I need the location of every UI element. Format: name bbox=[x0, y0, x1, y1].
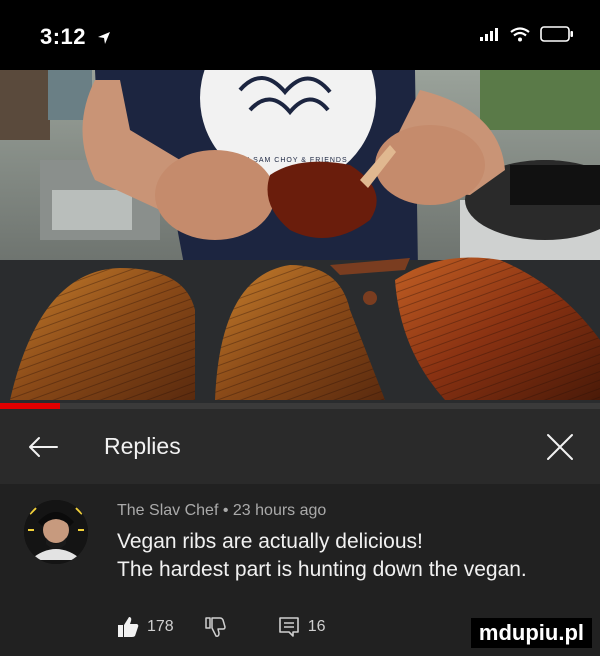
comment-meta: The Slav Chef • 23 hours ago bbox=[117, 502, 326, 520]
avatar-image bbox=[24, 500, 88, 564]
status-time: 3:12 bbox=[40, 24, 111, 50]
meta-separator: • bbox=[222, 502, 229, 519]
signal-bars-icon bbox=[480, 28, 498, 41]
comment-timestamp: 23 hours ago bbox=[232, 502, 327, 519]
reply-button[interactable]: 16 bbox=[278, 616, 326, 638]
back-button[interactable] bbox=[20, 427, 66, 467]
like-count: 178 bbox=[147, 618, 174, 635]
watermark: mdupiu.pl bbox=[470, 618, 592, 648]
wifi-icon bbox=[510, 26, 530, 41]
reply-count: 16 bbox=[307, 618, 326, 635]
location-arrow-icon bbox=[97, 32, 110, 45]
replies-title: Replies bbox=[104, 433, 181, 459]
dislike-button[interactable] bbox=[204, 616, 226, 638]
status-icons bbox=[480, 26, 574, 42]
replies-header: Replies bbox=[0, 409, 600, 484]
comment-icon bbox=[278, 617, 299, 637]
like-button[interactable]: 178 bbox=[117, 616, 174, 638]
video-player[interactable]: WITH SAM CHOY & FRIENDS bbox=[0, 70, 600, 410]
comment-actions: 178 16 bbox=[117, 616, 326, 638]
close-icon bbox=[547, 434, 573, 460]
clock-text: 3:12 bbox=[40, 24, 87, 49]
comment-line: The hardest part is hunting down the veg… bbox=[117, 558, 527, 581]
comment-text: Vegan ribs are actually delicious! The h… bbox=[117, 528, 587, 584]
comment-author[interactable]: The Slav Chef bbox=[117, 502, 218, 519]
thumbs-down-icon bbox=[204, 617, 226, 637]
close-button[interactable] bbox=[540, 427, 580, 467]
video-frame: WITH SAM CHOY & FRIENDS bbox=[0, 70, 600, 410]
avatar[interactable] bbox=[24, 500, 88, 564]
comment-line: Vegan ribs are actually delicious! bbox=[117, 530, 423, 553]
thumbs-up-icon bbox=[118, 617, 139, 637]
arrow-left-icon bbox=[29, 437, 58, 457]
status-bar: 3:12 bbox=[0, 0, 600, 70]
battery-icon bbox=[540, 26, 573, 42]
